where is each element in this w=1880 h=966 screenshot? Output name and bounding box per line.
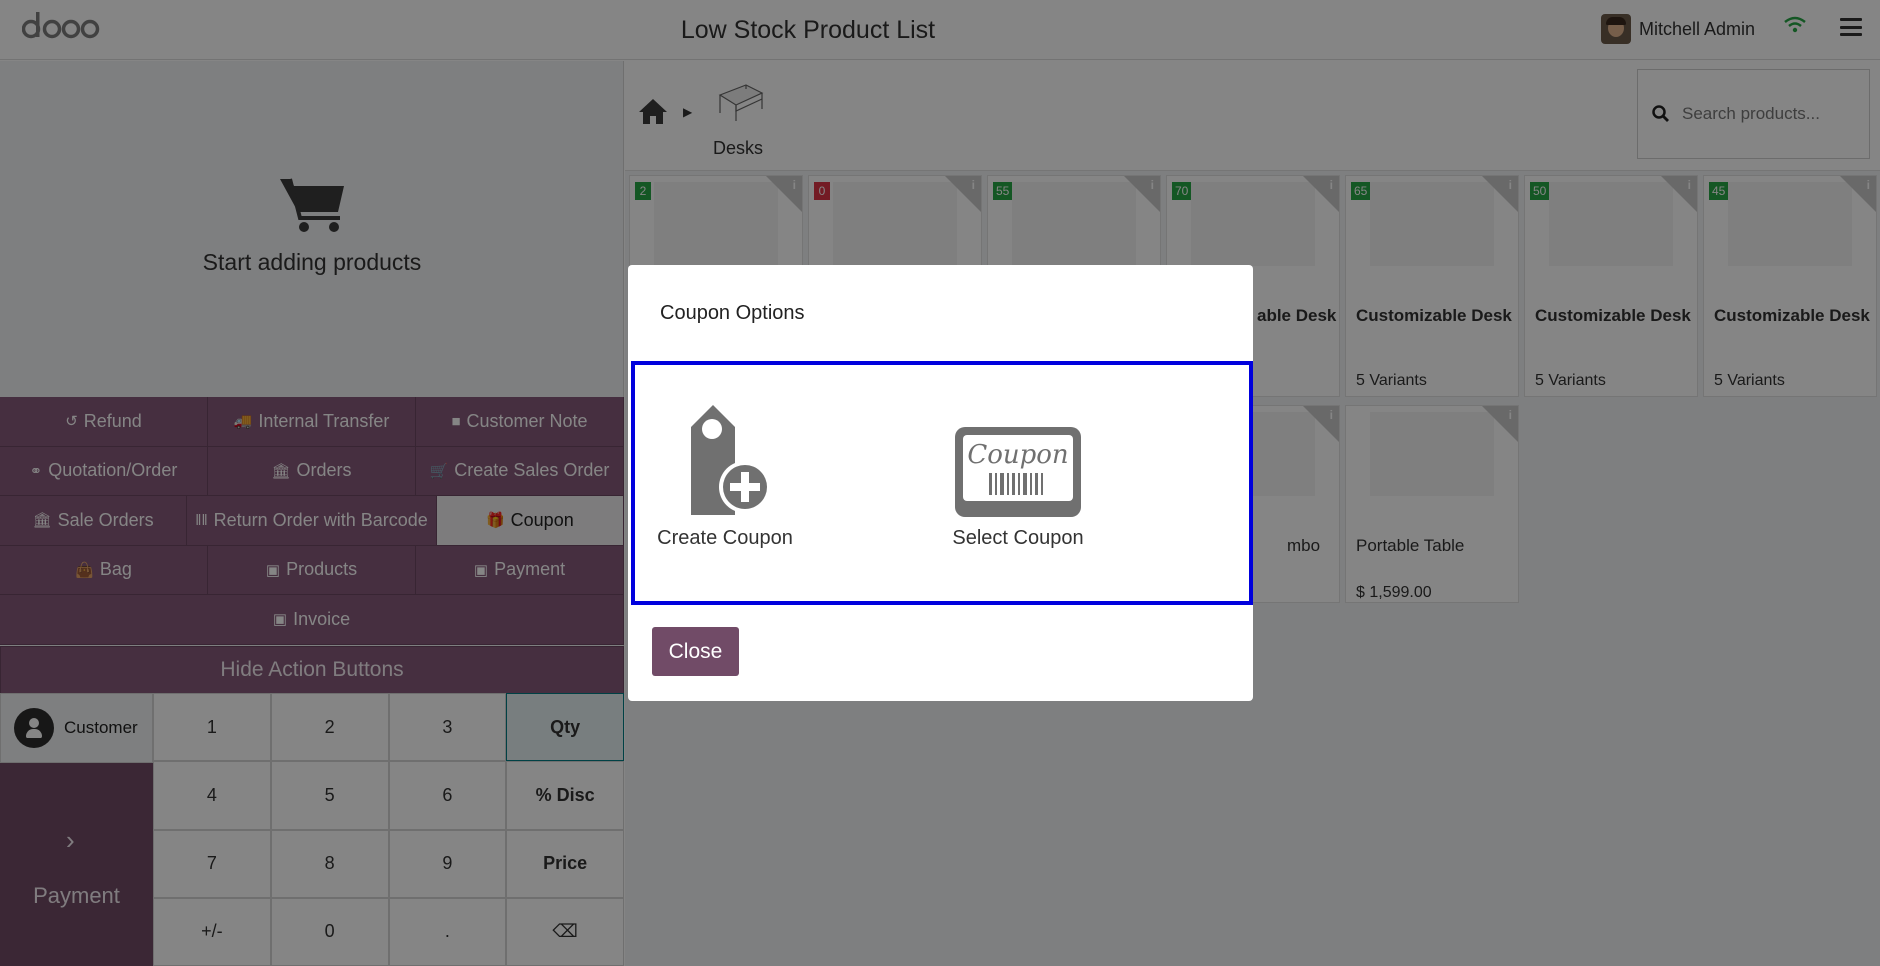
select-coupon-option[interactable]: Coupon Select Coupon <box>948 397 1088 553</box>
coupon-barcode-icon: Coupon <box>948 397 1088 517</box>
select-coupon-label: Select Coupon <box>952 527 1084 549</box>
close-button[interactable]: Close <box>652 627 739 676</box>
coupon-options-list: Create Coupon Coupon Select Coupon <box>631 361 1253 605</box>
create-coupon-label: Create Coupon <box>657 527 793 549</box>
svg-text:Coupon: Coupon <box>967 440 1068 470</box>
create-coupon-option[interactable]: Create Coupon <box>655 397 795 553</box>
coupon-options-dialog: Coupon Options Create Coupon Coupon Sele… <box>628 265 1253 701</box>
dialog-title: Coupon Options <box>660 302 805 324</box>
add-tag-icon <box>655 397 795 517</box>
